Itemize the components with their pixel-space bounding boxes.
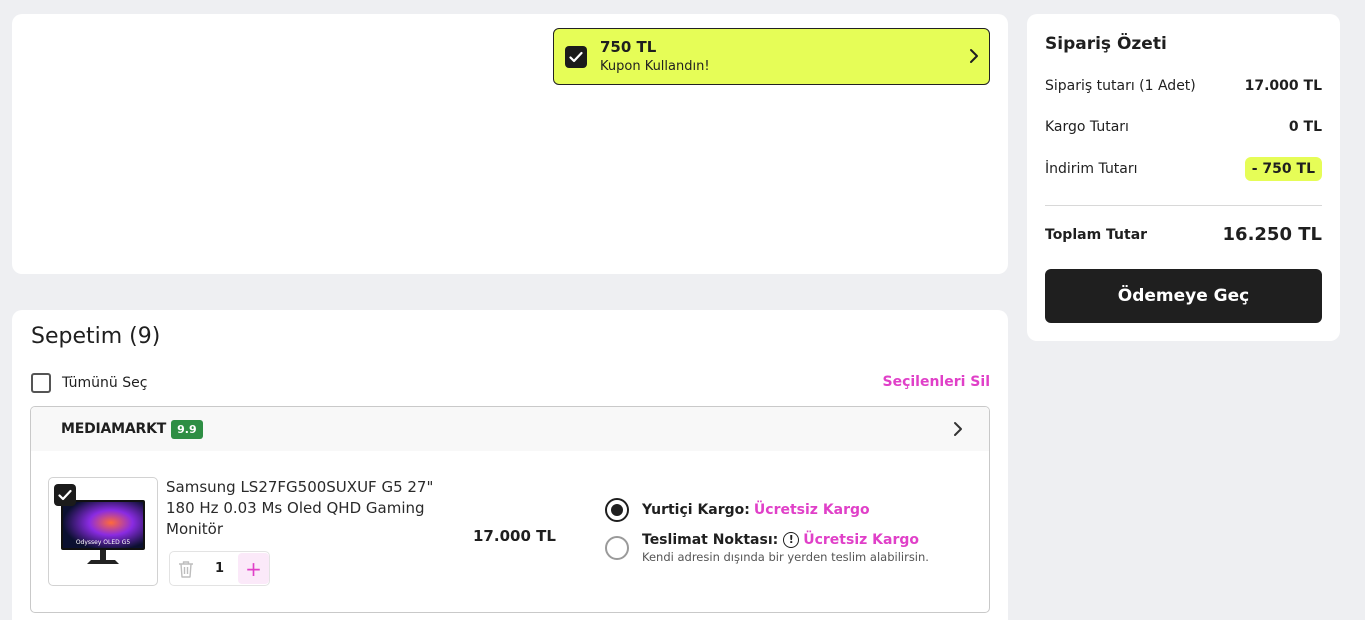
discount-row: İndirim Tutarı - 750 TL [1045, 157, 1322, 181]
select-all-label: Tümünü Seç [62, 375, 148, 391]
delete-item-button[interactable] [170, 552, 201, 585]
total-value: 16.250 TL [1222, 224, 1322, 245]
chevron-right-icon [969, 48, 979, 68]
radio-selected-icon [605, 498, 629, 522]
order-amount-label: Sipariş tutarı (1 Adet) [1045, 78, 1196, 94]
coupon-amount: 750 TL [600, 37, 657, 56]
checkbox-checked-icon [565, 45, 587, 68]
shipping-amount-value: 0 TL [1288, 119, 1322, 135]
applied-coupon[interactable]: 750 TL Kupon Kullandın! [553, 28, 990, 85]
summary-divider [1045, 205, 1322, 206]
order-amount-row: Sipariş tutarı (1 Adet) 17.000 TL [1045, 78, 1322, 94]
summary-title: Sipariş Özeti [1045, 34, 1167, 54]
total-row: Toplam Tutar 16.250 TL [1045, 224, 1322, 245]
item-checkbox[interactable] [54, 484, 76, 506]
discount-label: İndirim Tutarı [1045, 161, 1138, 177]
shipping-amount-label: Kargo Tutarı [1045, 119, 1129, 135]
seller-name: MEDIAMARKT [61, 421, 167, 437]
shipping-option-domestic[interactable]: Yurtiçi Kargo: Ücretsiz Kargo [605, 498, 870, 522]
shipping-value: Ücretsiz Kargo [753, 502, 870, 518]
seller-rating-badge: 9.9 [171, 419, 203, 439]
shipping-value: Ücretsiz Kargo [803, 532, 919, 548]
order-summary-card: Sipariş Özeti Sipariş tutarı (1 Adet) 17… [1027, 14, 1340, 341]
seller-header[interactable]: MEDIAMARKT 9.9 [31, 407, 989, 451]
shipping-note: Kendi adresin dışında bir yerden teslim … [642, 550, 929, 564]
cart-title: Sepetim (9) [31, 324, 161, 349]
quantity-stepper: 1 + [169, 551, 270, 586]
radio-unselected-icon [605, 536, 629, 560]
info-exclamation-icon[interactable]: ! [783, 532, 800, 548]
product-image[interactable]: Odyssey OLED G5 [48, 477, 158, 586]
seller-group: MEDIAMARKT 9.9 Odyssey OLED G5 Samsung L… [30, 406, 990, 613]
coupon-card: 750 TL Kupon Kullandın! [12, 14, 1008, 274]
chevron-right-icon [953, 421, 963, 441]
increase-quantity-button[interactable]: + [238, 553, 269, 584]
shipping-amount-row: Kargo Tutarı 0 TL [1045, 119, 1322, 135]
total-label: Toplam Tutar [1045, 226, 1148, 243]
coupon-status: Kupon Kullandın! [600, 58, 710, 74]
shipping-label: Yurtiçi Kargo: [642, 502, 750, 518]
delete-selected-link[interactable]: Seçilenleri Sil [883, 374, 991, 390]
quantity-value: 1 [214, 561, 225, 576]
checkbox-empty-icon [31, 373, 51, 393]
trash-icon [178, 560, 193, 578]
cart-card: Sepetim (9) Tümünü Seç Seçilenleri Sil M… [12, 310, 1008, 620]
discount-value: - 750 TL [1244, 157, 1322, 181]
product-name[interactable]: Samsung LS27FG500SUXUF G5 27" 180 Hz 0.0… [166, 477, 466, 540]
order-amount-value: 17.000 TL [1244, 78, 1322, 94]
proceed-to-payment-button[interactable]: Ödemeye Geç [1045, 269, 1322, 323]
shipping-label: Teslimat Noktası: [642, 532, 779, 548]
product-image-caption: Odyssey OLED G5 [76, 539, 131, 546]
product-price: 17.000 TL [473, 527, 556, 545]
select-all-checkbox[interactable]: Tümünü Seç [31, 373, 147, 393]
shipping-option-pickup-point[interactable]: Teslimat Noktası: ! Ücretsiz Kargo Kendi… [605, 532, 929, 564]
